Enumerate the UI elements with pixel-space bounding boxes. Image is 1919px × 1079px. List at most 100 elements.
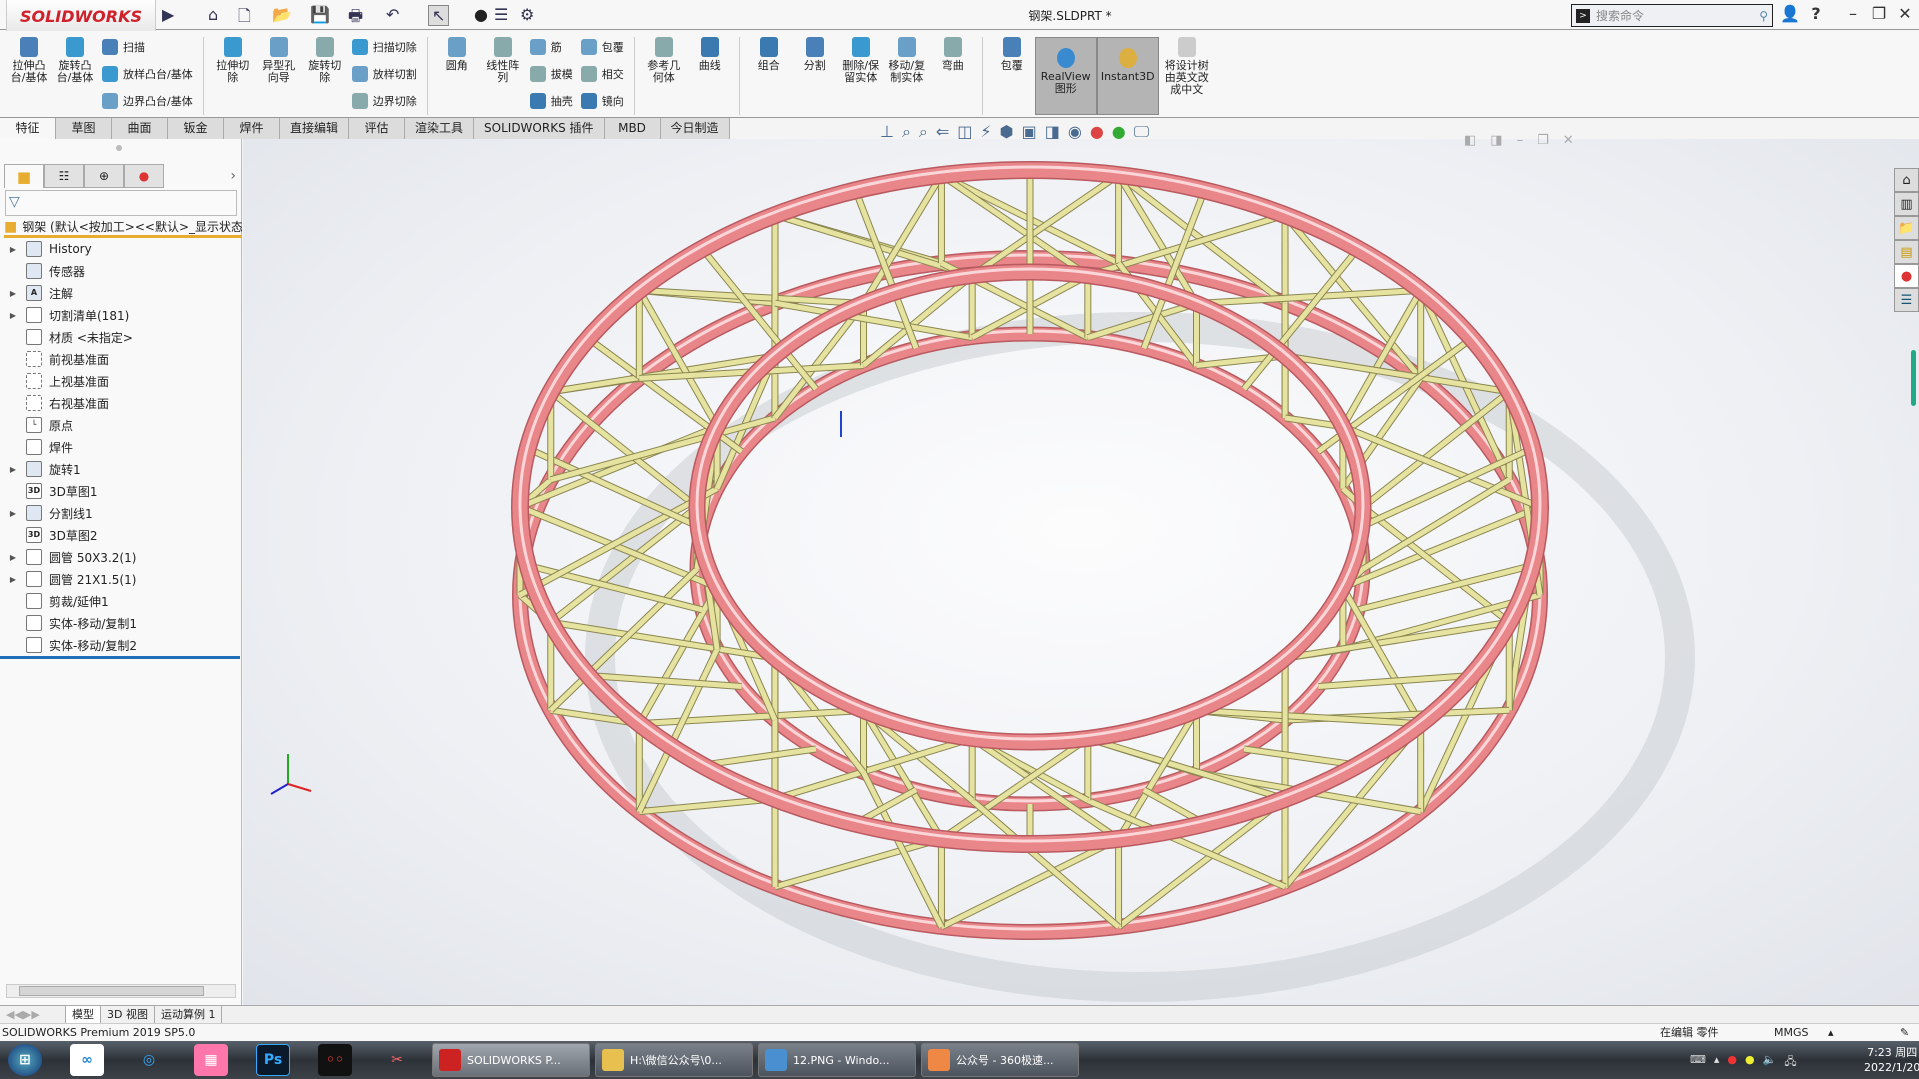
tree-item[interactable]: 材质 <未指定> <box>0 326 240 348</box>
expand-menu-icon[interactable]: ▶ <box>162 5 174 24</box>
command-button[interactable]: 边界凸台/基体 <box>102 93 193 109</box>
tree-item[interactable]: 剪裁/延伸1 <box>0 590 240 612</box>
command-button[interactable]: 弯曲 <box>932 37 974 115</box>
bottom-tab-1[interactable]: 3D 视图 <box>101 1006 155 1023</box>
scene-icon[interactable]: ● <box>1112 122 1126 142</box>
dynamic-annotation-icon[interactable]: ⚡ <box>980 122 991 142</box>
zoom-fit-icon[interactable]: ⌕ <box>902 122 911 142</box>
home-icon[interactable]: ⌂ <box>208 5 218 24</box>
ev-recorder-icon[interactable]: ◦◦ <box>318 1044 352 1076</box>
command-button[interactable]: 删除/保 留实体 <box>840 37 882 115</box>
toggle-button[interactable]: Instant3D <box>1096 37 1159 115</box>
command-button[interactable]: 包覆 <box>991 37 1033 115</box>
rebuild-icon[interactable]: ● <box>474 5 488 24</box>
tree-item[interactable]: ▶ 切割清单(181) <box>0 304 240 326</box>
command-button[interactable]: 放样切割 <box>351 66 417 82</box>
view-palette-icon[interactable]: ▤ <box>1894 240 1919 264</box>
solidworks-logo[interactable]: SOLIDWORKS <box>6 0 156 33</box>
chevron-up-icon[interactable]: ▴ <box>1828 1024 1834 1041</box>
view-orientation-icon[interactable]: ⬢ <box>1000 122 1014 142</box>
tree-item[interactable]: 实体-移动/复制1 <box>0 612 240 634</box>
tree-item[interactable]: 焊件 <box>0 436 240 458</box>
minimize-icon[interactable]: – <box>1842 4 1864 23</box>
taskbar-app[interactable]: H:\微信公众号\0... <box>595 1043 753 1077</box>
configuration-manager-tab[interactable]: ⊕ <box>84 164 124 188</box>
tab-8[interactable]: SOLIDWORKS 插件 <box>474 118 605 139</box>
feature-manager-tab[interactable]: ■ <box>4 164 44 188</box>
command-button[interactable]: 拔模 <box>529 66 573 82</box>
tab-scroll-arrows[interactable]: ◀◀▶▶ <box>0 1006 66 1023</box>
scissors-icon[interactable]: ✂ <box>380 1044 414 1076</box>
expand-arrow-icon[interactable]: ▶ <box>0 509 26 518</box>
command-button[interactable]: 移动/复 制实体 <box>886 37 928 115</box>
taskbar-app[interactable]: SOLIDWORKS P... <box>432 1043 590 1077</box>
open-icon[interactable]: 📂 <box>272 5 292 24</box>
command-button[interactable]: 异型孔 向导 <box>258 37 300 115</box>
design-library-icon[interactable]: ▥ <box>1894 192 1919 216</box>
tray-arrow-icon[interactable]: ▴ <box>1714 1053 1720 1072</box>
custom-properties-icon[interactable]: ☰ <box>1894 288 1919 312</box>
graphics-area[interactable]: ◧ ◨ – ❐ ✕ <box>243 133 1919 1005</box>
rollback-bar[interactable] <box>0 656 240 659</box>
tray-keyboard-icon[interactable]: ⌨ <box>1690 1053 1706 1072</box>
command-button[interactable]: 拉伸切 除 <box>212 37 254 115</box>
tab-0[interactable]: 特征 <box>0 118 56 139</box>
command-button[interactable]: 边界切除 <box>351 93 417 109</box>
hide-show-icon[interactable]: ◨ <box>1045 122 1060 142</box>
expand-arrow-icon[interactable]: ▶ <box>0 311 26 320</box>
customize-icon[interactable]: ✎ <box>1900 1024 1909 1041</box>
tab-1[interactable]: 草图 <box>56 118 112 139</box>
options-icon[interactable]: ⚙ <box>520 5 534 24</box>
zoom-area-icon[interactable]: ⌕ <box>919 122 928 142</box>
expand-arrow-icon[interactable]: ▶ <box>0 575 26 584</box>
command-button[interactable]: 包覆 <box>580 39 624 55</box>
splitter-handle[interactable] <box>116 145 122 151</box>
file-explorer-icon[interactable]: 📁 <box>1894 216 1919 240</box>
command-button[interactable]: 拉伸凸 台/基体 <box>8 37 50 115</box>
doc-close-icon[interactable]: ✕ <box>1563 133 1574 148</box>
command-button[interactable]: 将设计树 由英文改 成中文 <box>1161 37 1213 115</box>
tree-item[interactable]: ▶ A 注解 <box>0 282 240 304</box>
tree-root[interactable]: ■ 钢架 (默认<按加工><<默认>_显示状态 <box>4 218 242 238</box>
tree-item[interactable]: 传感器 <box>0 260 240 282</box>
save-icon[interactable]: 💾 <box>310 5 330 24</box>
tray-security-icon[interactable]: ● <box>1745 1053 1755 1072</box>
user-icon[interactable]: 👤 <box>1779 4 1801 23</box>
tree-item[interactable]: ▶ 圆管 21X1.5(1) <box>0 568 240 590</box>
volume-icon[interactable]: 🔈 <box>1763 1053 1777 1072</box>
command-button[interactable]: 旋转切 除 <box>304 37 346 115</box>
horizontal-scrollbar[interactable] <box>6 984 236 998</box>
undo-icon[interactable]: ↶ <box>386 5 399 24</box>
command-button[interactable]: 线性阵 列 <box>482 37 524 115</box>
chevron-right-icon[interactable]: › <box>230 164 236 188</box>
tree-item[interactable]: ▶ 旋转1 <box>0 458 240 480</box>
tree-item[interactable]: 右视基准面 <box>0 392 240 414</box>
baidu-netdisk-icon[interactable]: ∞ <box>70 1044 104 1076</box>
photoshop-icon[interactable]: Ps <box>256 1044 290 1076</box>
photo-app-icon[interactable]: ▦ <box>194 1044 228 1076</box>
taskbar-app[interactable]: 12.PNG - Windo... <box>758 1043 916 1077</box>
next-view-icon[interactable]: ◨ <box>1490 133 1502 148</box>
tree-item[interactable]: 3D 3D草图1 <box>0 480 240 502</box>
tree-item[interactable]: ▶ History <box>0 238 240 260</box>
edit-appearance-icon[interactable]: ● <box>1090 122 1104 142</box>
tab-5[interactable]: 直接编辑 <box>280 118 350 139</box>
tree-item[interactable]: ▶ 圆管 50X3.2(1) <box>0 546 240 568</box>
view-orient-icon[interactable]: ⊥ <box>880 122 894 142</box>
vertical-scroll-indicator[interactable] <box>1911 350 1916 406</box>
expand-arrow-icon[interactable]: ▶ <box>0 465 26 474</box>
tree-item[interactable]: 实体-移动/复制2 <box>0 634 240 656</box>
command-button[interactable]: 筋 <box>529 39 573 55</box>
command-button[interactable]: 圆角 <box>436 37 478 115</box>
previous-view-icon[interactable]: ⇐ <box>936 122 949 142</box>
tab-4[interactable]: 焊件 <box>224 118 280 139</box>
tab-10[interactable]: 今日制造 <box>661 118 730 139</box>
appearances-icon[interactable]: ● <box>1894 264 1919 288</box>
tab-3[interactable]: 钣金 <box>168 118 224 139</box>
clock[interactable]: 7:23 周四 2022/1/20 <box>1864 1045 1919 1075</box>
expand-arrow-icon[interactable]: ▶ <box>0 553 26 562</box>
restore-icon[interactable]: ❐ <box>1868 4 1890 23</box>
search-icon[interactable]: ⚲ <box>1759 9 1768 23</box>
help-icon[interactable]: ? <box>1805 4 1827 23</box>
new-icon[interactable]: 🗋 <box>238 5 251 32</box>
